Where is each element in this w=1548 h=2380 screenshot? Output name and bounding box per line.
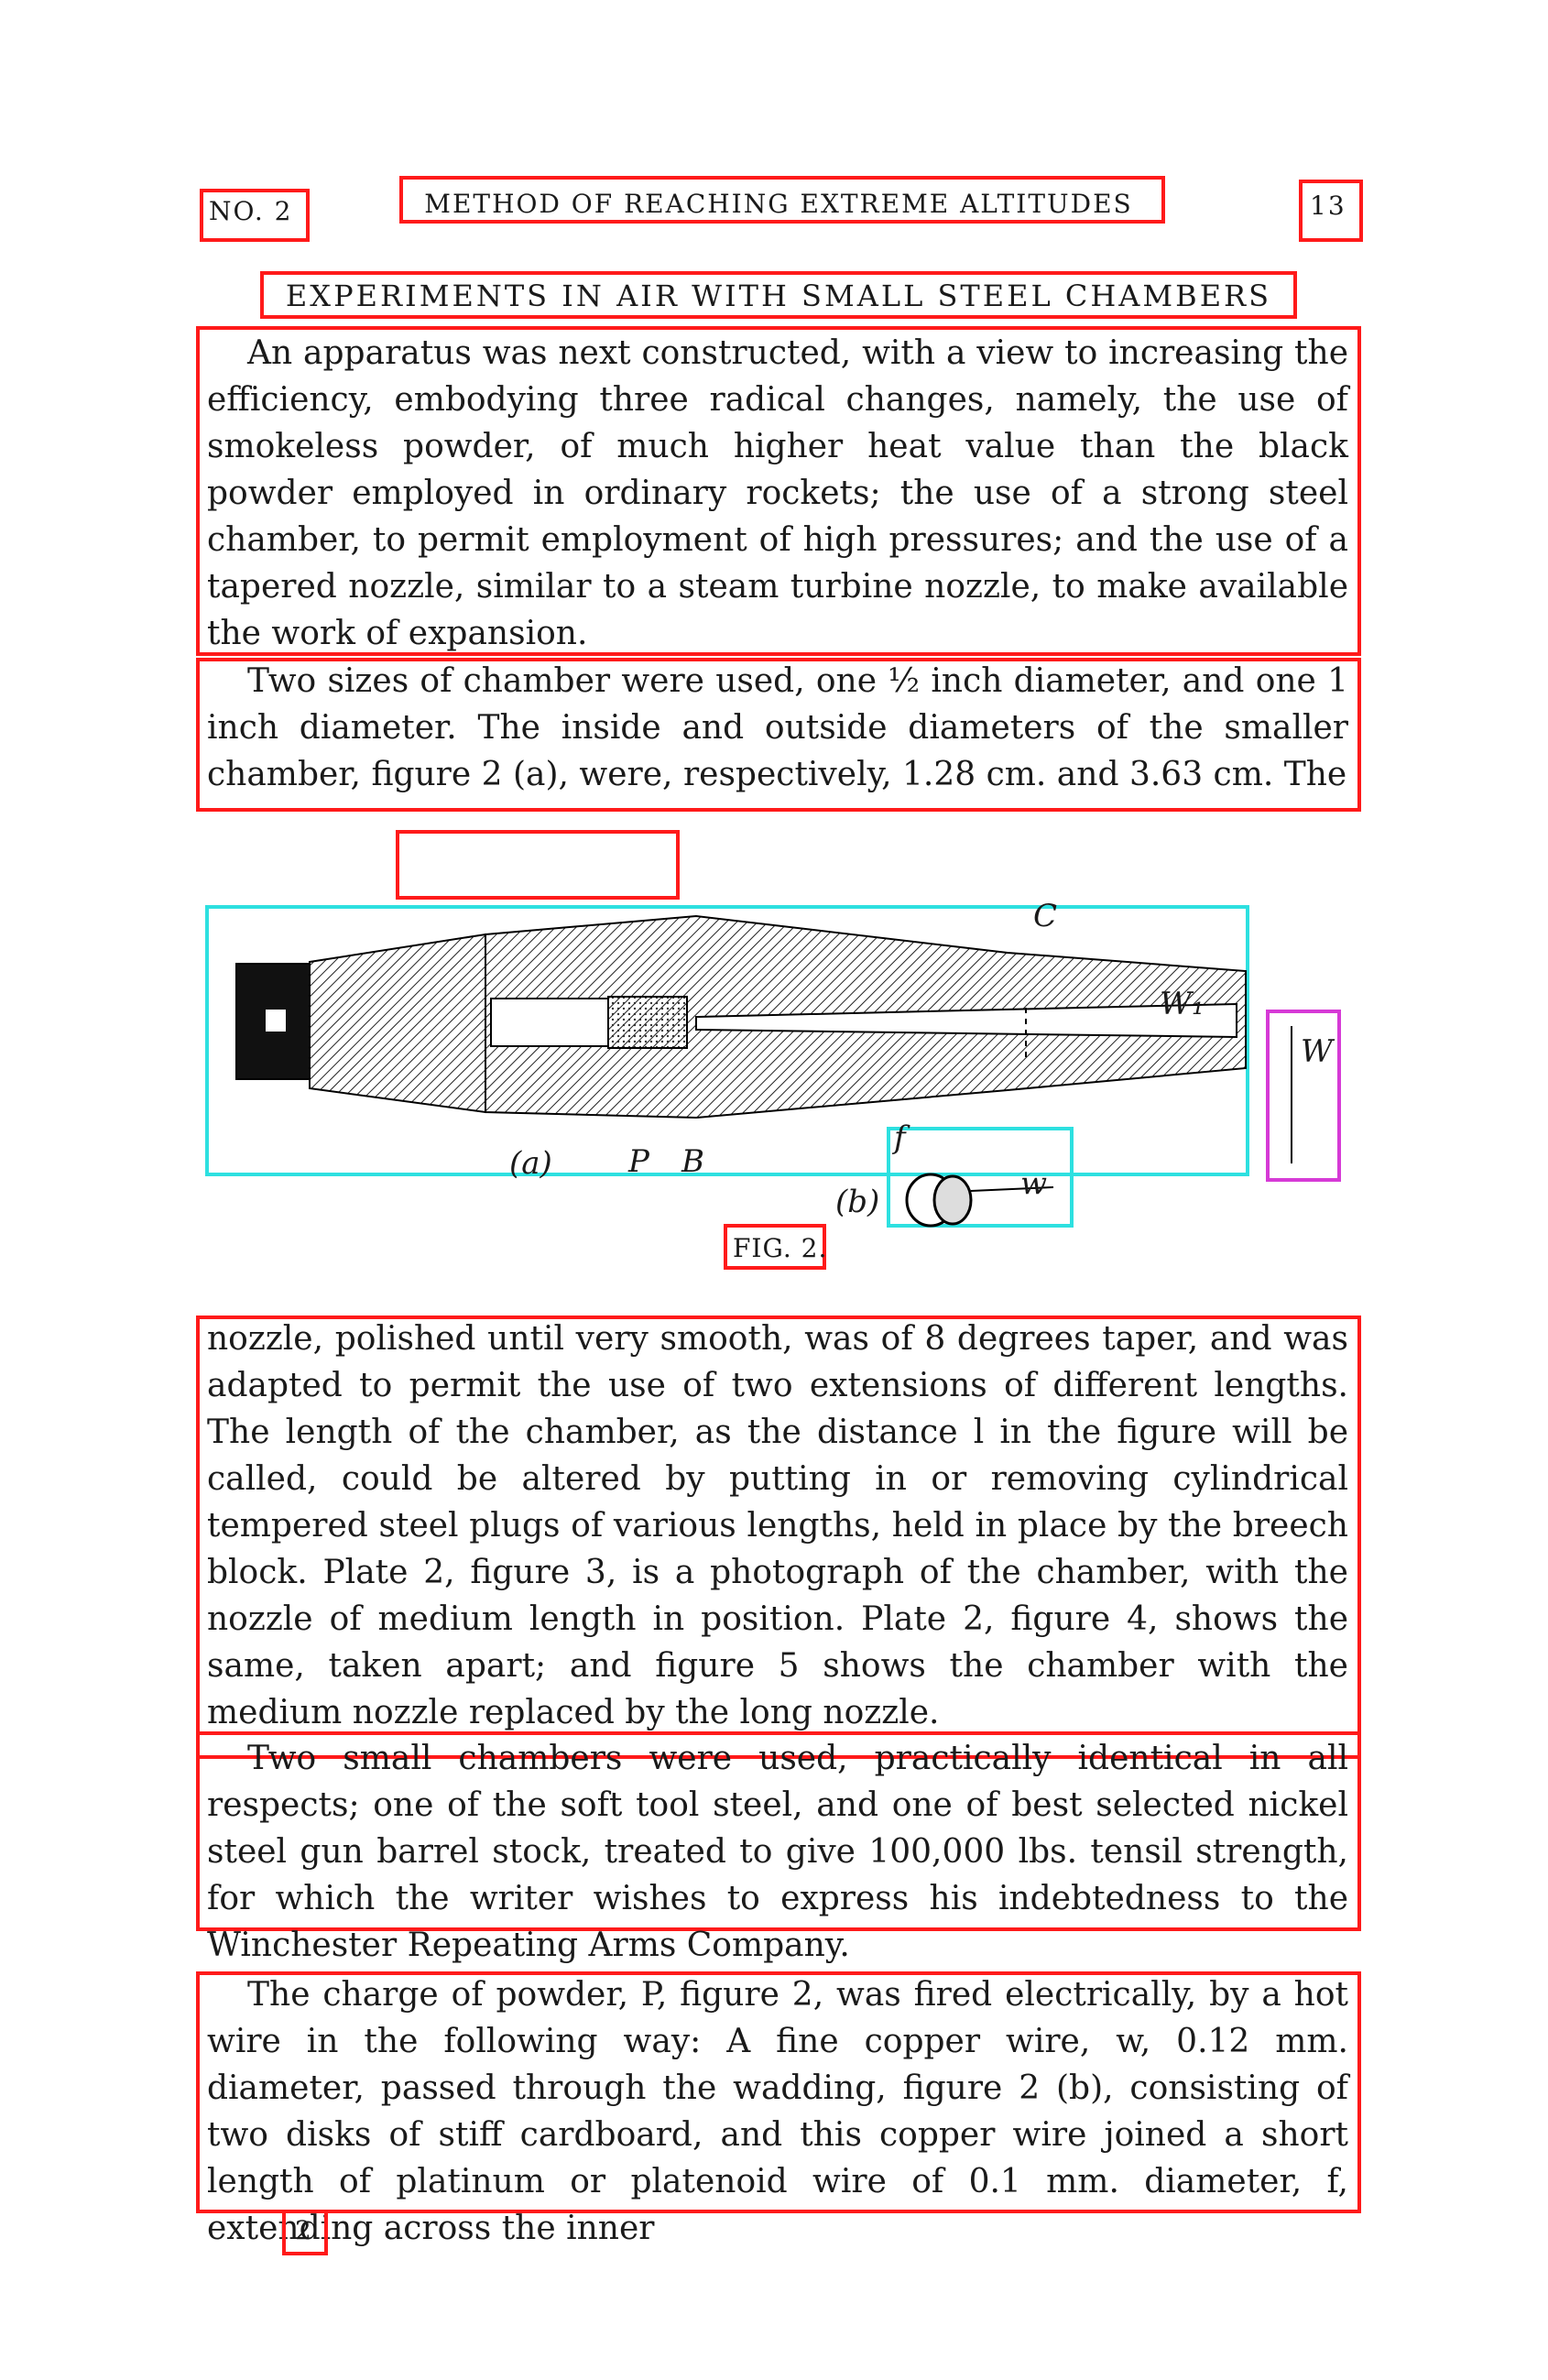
figure-label-f: f bbox=[894, 1119, 906, 1156]
paragraph-5-text: The charge of powder, P, figure 2, was f… bbox=[207, 1976, 1348, 2247]
figure-label-w-small: w bbox=[1020, 1165, 1048, 1202]
figure-label-p: P bbox=[628, 1143, 649, 1180]
figure-caption: FIG. 2. bbox=[733, 1233, 828, 1263]
paragraph-4: Two small chambers were used, practicall… bbox=[207, 1735, 1348, 1969]
steel-plug bbox=[490, 998, 609, 1047]
figure-label-b-paren: (b) bbox=[835, 1184, 880, 1220]
paragraph-5: The charge of powder, P, figure 2, was f… bbox=[207, 1971, 1348, 2252]
paragraph-4-text: Two small chambers were used, practicall… bbox=[207, 1740, 1348, 1964]
figure-label-b: B bbox=[681, 1143, 704, 1180]
paragraph-3: nozzle, polished until very smooth, was … bbox=[207, 1316, 1348, 1736]
threaded-section bbox=[309, 933, 486, 1114]
footer-signature: 2 bbox=[295, 2215, 313, 2245]
chamber-drawing bbox=[235, 914, 1341, 1270]
powder-charge bbox=[607, 996, 688, 1049]
figure-label-a: (a) bbox=[509, 1145, 552, 1182]
breech-cap-inner bbox=[266, 1010, 286, 1032]
paragraph-3-text: nozzle, polished until very smooth, was … bbox=[207, 1320, 1348, 1731]
figure-label-w: W bbox=[1301, 1033, 1333, 1070]
figure-label-c: C bbox=[1033, 898, 1058, 934]
figure-label-w1: W₁ bbox=[1160, 986, 1205, 1022]
wadding-disk-2 bbox=[932, 1174, 973, 1226]
